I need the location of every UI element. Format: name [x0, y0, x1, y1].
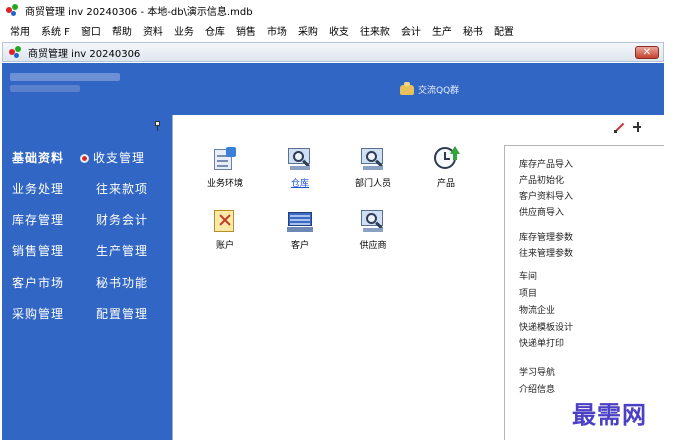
tile-customer[interactable]: 客户	[270, 208, 330, 251]
tile-label: 供应商	[359, 241, 387, 251]
tile-supplier[interactable]: 供应商	[343, 208, 403, 251]
sidebar-item-income-expense[interactable]: 收支管理	[80, 149, 145, 166]
menu-production[interactable]: 生产	[432, 23, 452, 38]
sidebar-item-config[interactable]: 配置管理	[96, 305, 148, 322]
app-logo-icon	[6, 3, 20, 17]
sidebar-item-label: 收支管理	[93, 151, 146, 165]
menu-accounting[interactable]: 会计	[401, 23, 421, 38]
link-workshop[interactable]: 车间	[519, 269, 537, 282]
sidebar-item-basic-data[interactable]: 基础资料	[12, 149, 64, 166]
tile-label: 部门人员	[354, 179, 391, 189]
link-product-initialization[interactable]: 产品初始化	[519, 173, 564, 186]
header-banner: 交流QQ群	[2, 63, 664, 115]
link-project[interactable]: 项目	[519, 286, 537, 299]
menu-income-expense[interactable]: 收支	[329, 23, 349, 38]
menu-market[interactable]: 市场	[267, 23, 287, 38]
close-button[interactable]: ✕	[635, 46, 659, 59]
tile-product[interactable]: 产品	[416, 146, 476, 189]
edit-pen-icon[interactable]	[613, 121, 625, 133]
blurred-logo-subtext	[10, 85, 80, 92]
tile-account[interactable]: 账户	[195, 208, 255, 251]
window-titlebar: 商贸管理 inv 20240306 - 本地-db\演示信息.mdb	[0, 0, 684, 20]
menu-bar: 常用 系统 F 窗口 帮助 资料 业务 仓库 销售 市场 采购 收支 往来款 会…	[0, 20, 684, 40]
pushpin-icon[interactable]	[631, 121, 643, 133]
warehouse-magnifier-icon	[287, 146, 313, 172]
menu-system[interactable]: 系统 F	[41, 23, 70, 38]
menu-warehouse[interactable]: 仓库	[205, 23, 225, 38]
menu-business[interactable]: 业务	[174, 23, 194, 38]
child-window-titlebar: 商贸管理 inv 20240306 ✕	[2, 42, 664, 62]
link-introduction[interactable]: 介绍信息	[519, 382, 555, 395]
menu-purchase[interactable]: 采购	[298, 23, 318, 38]
menu-receivables[interactable]: 往来款	[360, 23, 390, 38]
link-courier-slip-print[interactable]: 快递单打印	[519, 336, 564, 349]
link-import-customer-data[interactable]: 客户资料导入	[519, 189, 573, 202]
link-learning-guide[interactable]: 学习导航	[519, 365, 555, 378]
child-window-title: 商贸管理 inv 20240306	[28, 48, 141, 60]
pin-icon[interactable]	[152, 121, 162, 131]
sidebar-item-business[interactable]: 业务处理	[12, 180, 64, 197]
menu-common[interactable]: 常用	[10, 23, 30, 38]
tile-label: 客户	[290, 241, 309, 251]
menu-window[interactable]: 窗口	[81, 23, 101, 38]
sidebar-item-customer-market[interactable]: 客户市场	[12, 274, 64, 291]
tile-business-environment[interactable]: 业务环境	[195, 146, 255, 189]
tile-label: 仓库	[290, 179, 309, 189]
product-clock-icon	[433, 146, 460, 172]
tile-department-staff[interactable]: 部门人员	[343, 146, 403, 189]
child-app-logo-icon	[9, 45, 23, 59]
sidebar-item-secretary[interactable]: 秘书功能	[96, 274, 148, 291]
watermark-text: 最需网	[572, 400, 647, 429]
link-courier-template-design[interactable]: 快递模板设计	[519, 320, 573, 333]
tile-label: 业务环境	[206, 179, 243, 189]
menu-data[interactable]: 资料	[143, 23, 163, 38]
menu-config[interactable]: 配置	[494, 23, 514, 38]
sidebar-item-accounting[interactable]: 财务会计	[96, 211, 148, 228]
link-import-suppliers[interactable]: 供应商导入	[519, 205, 564, 218]
business-environment-icon	[212, 146, 238, 172]
tile-label: 账户	[215, 241, 234, 251]
window-title: 商贸管理 inv 20240306 - 本地-db\演示信息.mdb	[25, 6, 253, 18]
menu-sales[interactable]: 销售	[236, 23, 256, 38]
qq-icon	[400, 81, 414, 95]
supplier-magnifier-icon	[360, 208, 386, 234]
blurred-logo-text	[10, 73, 120, 81]
sidebar-item-production[interactable]: 生产管理	[96, 242, 148, 259]
customer-keyboard-icon	[287, 208, 313, 234]
department-magnifier-icon	[360, 146, 386, 172]
menu-help[interactable]: 帮助	[112, 23, 132, 38]
menu-secretary[interactable]: 秘书	[463, 23, 483, 38]
qq-group-label: 交流QQ群	[418, 86, 460, 96]
link-import-inventory-products[interactable]: 库存产品导入	[519, 157, 573, 170]
sidebar-item-inventory[interactable]: 库存管理	[12, 211, 64, 228]
account-icon	[212, 208, 238, 234]
sidebar-item-sales[interactable]: 销售管理	[12, 242, 64, 259]
sidebar: 基础资料 收支管理 业务处理 往来款项 库存管理 财务会计 销售管理 生产管理 …	[2, 115, 172, 440]
sidebar-item-purchase[interactable]: 采购管理	[12, 305, 64, 322]
main-content: 业务环境 仓库 部门人员 产品 账户 客户 供应商 库存产品导入 产品初始化 客…	[172, 115, 664, 440]
link-receivables-parameters[interactable]: 往来管理参数	[519, 246, 573, 259]
qq-group-link[interactable]: 交流QQ群	[400, 81, 460, 96]
link-inventory-parameters[interactable]: 库存管理参数	[519, 230, 573, 243]
tile-label: 产品	[436, 179, 455, 189]
radio-selected-icon	[80, 154, 89, 163]
tile-warehouse[interactable]: 仓库	[270, 146, 330, 189]
sidebar-item-receivables[interactable]: 往来款项	[96, 180, 148, 197]
link-logistics-company[interactable]: 物流企业	[519, 303, 555, 316]
